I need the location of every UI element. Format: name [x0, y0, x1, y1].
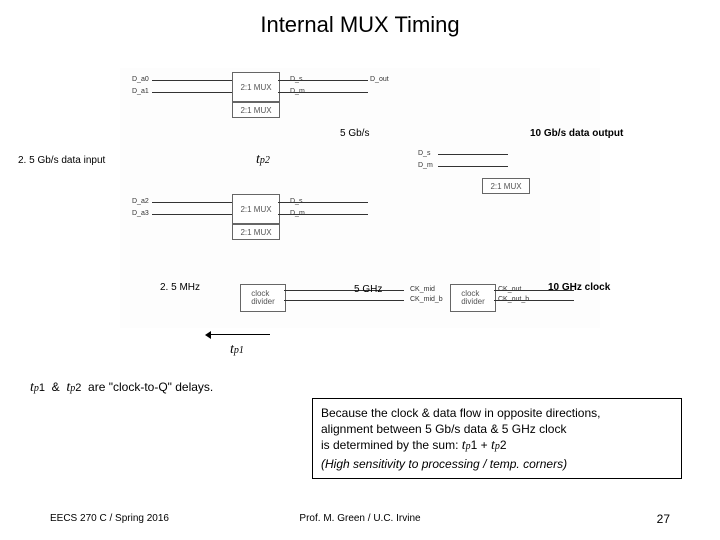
wire [438, 154, 508, 155]
wire [152, 214, 232, 215]
note-delays: tp1 & tp2 are "clock-to-Q" delays. [30, 380, 213, 396]
clock-divider-left: clock divider [240, 284, 286, 312]
label-clk-in: 2. 5 MHz [160, 282, 200, 293]
footer-center: Prof. M. Green / U.C. Irvine [299, 513, 420, 524]
wire [152, 92, 232, 93]
ck-mid-b: CK_mid_b [410, 296, 443, 303]
mux-label-3: 2:1 MUX [232, 224, 280, 240]
box-line2: alignment between 5 Gb/s data & 5 GHz cl… [321, 421, 673, 437]
explanation-box: Because the clock & data flow in opposit… [312, 398, 682, 479]
box-line3-a: is determined by the sum: [321, 438, 462, 452]
mux-top-left: 2:1 MUX [232, 72, 280, 102]
tp2-sub: p2 [260, 155, 270, 166]
tp1-arrow [210, 334, 270, 335]
ck-mid: CK_mid [410, 286, 435, 293]
wire [278, 92, 368, 93]
tp1-sub: p1 [234, 345, 244, 356]
box-line4: (High sensitivity to processing / temp. … [321, 456, 673, 472]
label-clk-mid: 5 GHz [354, 284, 382, 295]
label-mid-rate: 5 Gb/s [340, 128, 369, 139]
tp2-label: tp2 [256, 150, 270, 168]
footer-page-number: 27 [657, 512, 670, 526]
sig-ds-r: D_s [418, 150, 430, 157]
sig-da0: D_a0 [132, 76, 149, 83]
sig-da1: D_a1 [132, 88, 149, 95]
mux-right: 2:1 MUX [482, 178, 530, 194]
wire [152, 202, 232, 203]
label-clk-out: 10 GHz clock [548, 282, 610, 293]
wire-clk [284, 300, 404, 301]
wire [278, 202, 368, 203]
sig-da2: D_a2 [132, 198, 149, 205]
wire [152, 80, 232, 81]
footer-left: EECS 270 C / Spring 2016 [50, 513, 169, 524]
mux-bottom-left: 2:1 MUX [232, 194, 280, 224]
sig-da3: D_a3 [132, 210, 149, 217]
wire [278, 214, 368, 215]
box-line1: Because the clock & data flow in opposit… [321, 405, 673, 421]
clock-divider-right: clock divider [450, 284, 496, 312]
slide-title: Internal MUX Timing [0, 12, 720, 38]
wire [278, 80, 368, 81]
label-data-input: 2. 5 Gb/s data input [18, 155, 105, 166]
box-line3: is determined by the sum: tp1 + tp2 [321, 437, 673, 456]
wire [438, 166, 508, 167]
wire-clk [284, 290, 404, 291]
mux-label-2: 2:1 MUX [232, 102, 280, 118]
tp1-label: tp1 [230, 340, 244, 358]
label-data-output: 10 Gb/s data output [530, 128, 623, 139]
wire-clk [494, 300, 574, 301]
sig-dout: D_out [370, 76, 389, 83]
sig-dm-r: D_m [418, 162, 433, 169]
